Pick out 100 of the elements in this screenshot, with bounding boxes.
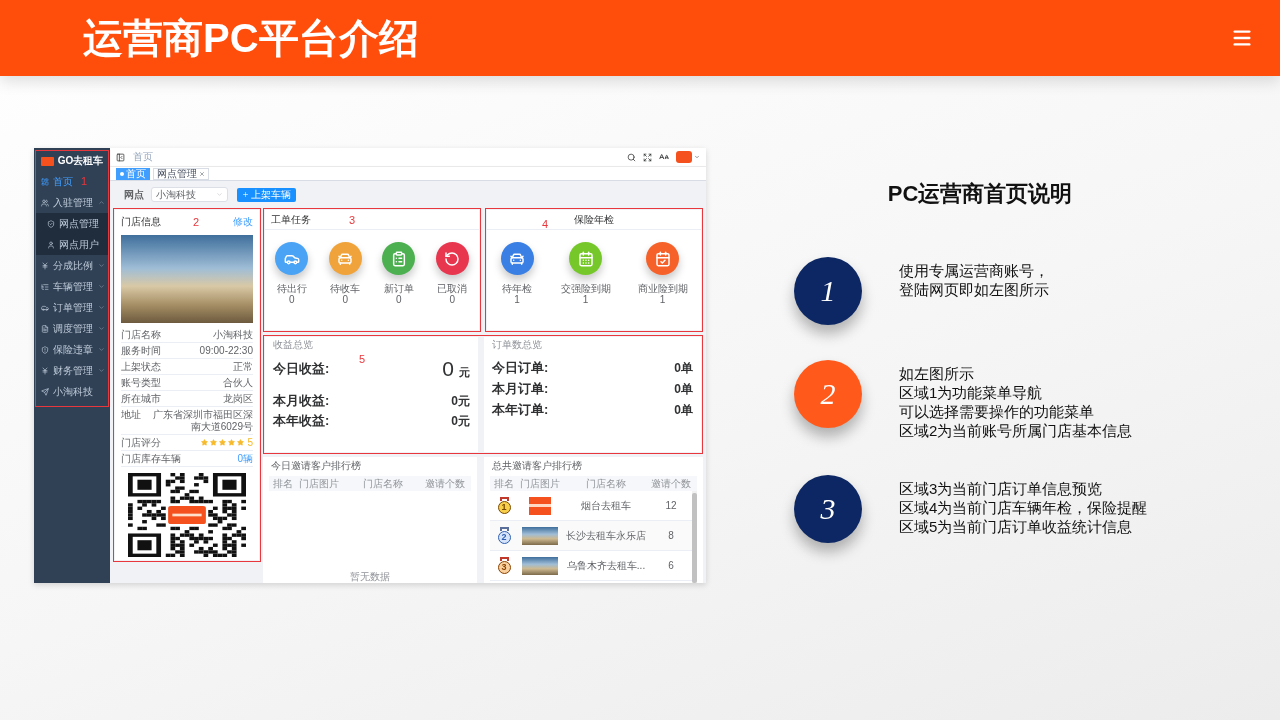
field-value: 合伙人	[223, 376, 253, 389]
chevron-icon[interactable]	[98, 325, 105, 332]
invite-count: 6	[667, 559, 675, 572]
slide-title: 运营商PC平台介绍	[83, 15, 419, 62]
card-title: 收益总览	[273, 339, 314, 351]
sidebar-subitem[interactable]: 网点用户	[36, 234, 108, 255]
empty-state-text: 暂无数据	[350, 571, 390, 582]
sidebar-item[interactable]: 车辆管理	[36, 276, 108, 297]
step-number: 1	[794, 257, 862, 325]
photo-placeholder	[522, 556, 558, 575]
task-label: 已取消	[437, 283, 468, 294]
search-icon[interactable]	[627, 152, 636, 162]
column-header: 门店图片	[298, 477, 340, 490]
rank-medal: 2	[497, 527, 511, 544]
shield-icon	[47, 219, 55, 228]
card-title: 门店信息	[121, 216, 161, 228]
card-title: 今日邀请客户排行榜	[270, 459, 362, 472]
task-label: 待年检	[502, 283, 532, 294]
column-header: 门店名称	[585, 477, 627, 490]
scrollbar[interactable]	[692, 491, 697, 583]
sidebar-item[interactable]: 订单管理	[36, 297, 108, 318]
column-header: 排名	[272, 477, 294, 490]
annotation-number: 2	[193, 216, 200, 228]
stat-label: 本月订单:	[492, 380, 549, 397]
column-header: 邀请个数	[424, 477, 466, 490]
store-name: 长沙去租车永乐店	[565, 529, 647, 542]
task-count: 1	[659, 294, 666, 305]
logo-icon	[40, 156, 54, 166]
avatar[interactable]	[676, 151, 692, 163]
task-count: 0	[288, 294, 295, 305]
section-title: PC运营商首页说明	[886, 181, 1074, 207]
stat-value: 0	[442, 357, 454, 381]
step-description: 区域3为当前门店订单信息预览 区域4为当前门店车辆年检，保险提醒 区域5为当前门店订单收益统计信息	[899, 479, 1148, 536]
annotation-number: 5	[359, 353, 366, 365]
sidebar-toggle-icon[interactable]	[116, 152, 125, 162]
user-icon	[47, 240, 55, 249]
invite-count: 12	[664, 499, 678, 512]
column-header: 排名	[493, 477, 515, 490]
stat-label: 今日订单:	[492, 359, 549, 376]
stat-value: 0元	[451, 394, 470, 408]
fullscreen-icon[interactable]	[643, 152, 652, 162]
field-value: 09:00-22:30	[199, 344, 253, 357]
field-label: 服务时间	[121, 344, 161, 357]
chevron-icon[interactable]	[98, 262, 105, 269]
sidebar-item[interactable]: 分成比例	[36, 255, 108, 276]
menu-icon[interactable]	[1231, 27, 1253, 49]
unit-label: 元	[459, 366, 470, 379]
chevron-icon[interactable]	[98, 304, 105, 311]
stat-value: 0单	[674, 402, 693, 417]
document-icon	[41, 324, 49, 333]
paper-plane-icon	[41, 387, 49, 396]
store-name: 乌鲁木齐去租车...	[565, 559, 647, 572]
rank-medal: 1	[497, 497, 511, 514]
card-title: 订单数总览	[492, 339, 543, 351]
rating-value: 5	[247, 436, 253, 449]
caret-icon	[216, 191, 223, 198]
dashboard-icon	[41, 177, 49, 186]
logo-text: GO去租车	[57, 155, 104, 167]
sidebar-item[interactable]: 小淘科技	[36, 381, 96, 402]
field-label: 门店评分	[121, 436, 161, 449]
chevron-icon[interactable]	[98, 346, 105, 353]
sidebar-subitem[interactable]: 网点管理	[36, 213, 108, 234]
logo-image	[529, 496, 551, 515]
sidebar-item[interactable]: 财务管理	[36, 360, 108, 381]
annotation-number: 4	[542, 218, 549, 230]
store-select[interactable]: 小淘科技	[151, 187, 228, 202]
list-icon	[41, 282, 49, 291]
step-number: 3	[794, 475, 862, 543]
caret-icon[interactable]	[694, 154, 700, 160]
task-label: 待出行	[276, 283, 307, 294]
stat-label: 本月收益:	[273, 393, 330, 409]
sidebar-item[interactable]: 调度管理	[36, 318, 108, 339]
field-value: 小淘科技	[213, 328, 253, 341]
plus-icon	[242, 191, 249, 198]
task-count: 0	[395, 294, 402, 305]
chevron-icon[interactable]	[98, 367, 105, 374]
task-label: 交强险到期	[560, 283, 611, 294]
task-label: 待收车	[330, 283, 361, 294]
font-size-icon[interactable]	[659, 152, 669, 162]
field-label: 所在城市	[121, 392, 161, 405]
tab[interactable]: 网点管理	[153, 167, 209, 180]
task-count: 1	[514, 294, 520, 305]
stat-label: 今日收益:	[273, 361, 330, 377]
task-count: 0	[342, 294, 349, 305]
rank-medal: 3	[497, 557, 511, 574]
stat-label: 本年订单:	[492, 401, 549, 418]
yen-icon	[41, 261, 49, 270]
task-count: 0	[449, 294, 456, 305]
sidebar-item[interactable]: 入驻管理	[36, 192, 108, 213]
field-value: 龙岗区	[223, 392, 253, 405]
sidebar-item[interactable]: 保险违章	[36, 339, 108, 360]
column-header: 门店名称	[361, 477, 404, 490]
sidebar-item[interactable]: 首页	[36, 171, 76, 192]
chevron-icon[interactable]	[98, 199, 105, 206]
stat-value: 0单	[674, 381, 693, 396]
field-value: 广东省深圳市福田区深南大道6029号	[152, 408, 253, 433]
chevron-icon[interactable]	[98, 283, 105, 290]
field-label: 账号类型	[121, 376, 161, 389]
card-title: 保险年检	[574, 213, 614, 226]
close-icon[interactable]	[199, 170, 205, 177]
